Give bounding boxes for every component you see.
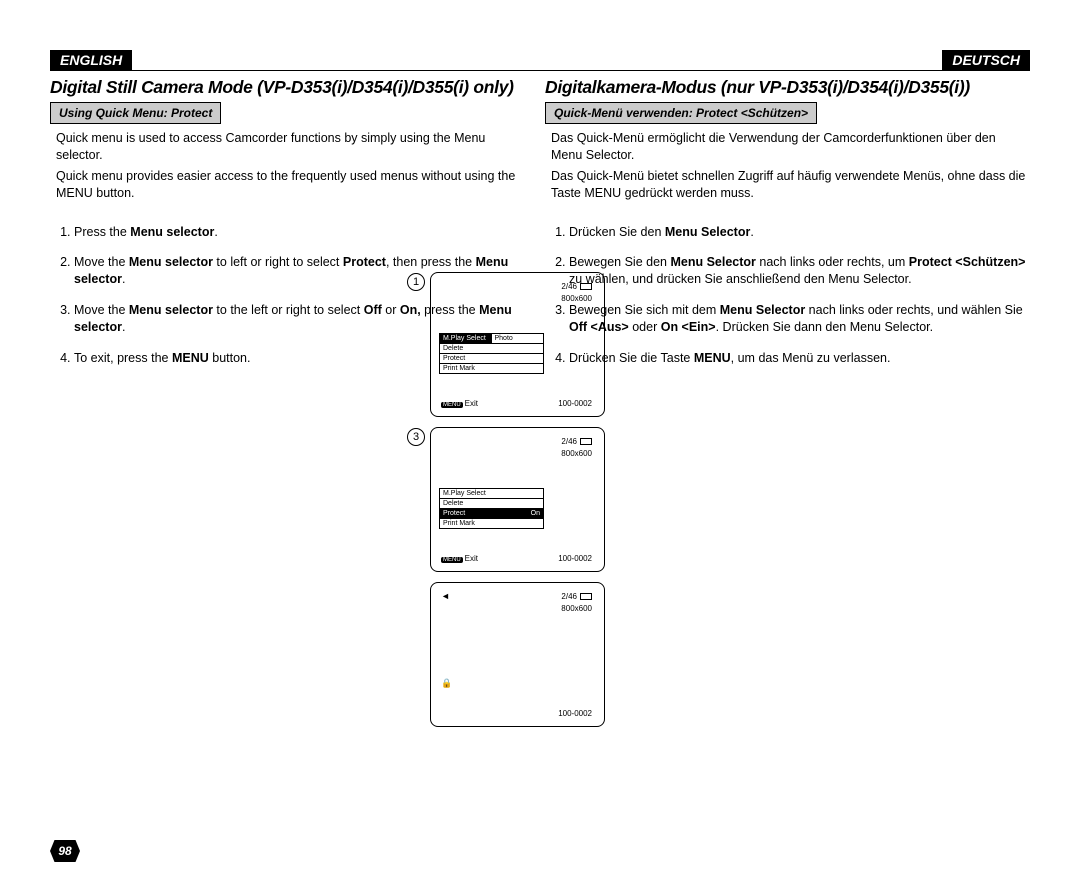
left-arrow-icon: ◄ (441, 591, 450, 601)
section-subtitle-english: Using Quick Menu: Protect (50, 102, 221, 124)
resolution-text: 800x600 (561, 604, 592, 613)
step-item: Press the Menu selector. (74, 224, 535, 241)
page-title-deutsch: Digitalkamera-Modus (nur VP-D353(i)/D354… (535, 71, 1030, 102)
step-item: Bewegen Sie den Menu Selector nach links… (569, 254, 1030, 288)
quick-menu-box: M.Play SelectPhoto Delete Protect Print … (439, 333, 544, 374)
intro-text: Das Quick-Menü ermöglicht die Verwendung… (545, 130, 1030, 164)
step-item: Drücken Sie den Menu Selector. (569, 224, 1030, 241)
step-item: Bewegen Sie sich mit dem Menu Selector n… (569, 302, 1030, 336)
folder-text: 100-0002 (558, 399, 592, 408)
page-title-english: Digital Still Camera Mode (VP-D353(i)/D3… (50, 71, 535, 102)
counter-text: 2/46 (561, 592, 592, 601)
lcd-screen-1: 1 2/46 800x600 M.Play SelectPhoto Delete… (430, 272, 605, 417)
lcd-diagrams: 1 2/46 800x600 M.Play SelectPhoto Delete… (430, 272, 630, 737)
resolution-text: 800x600 (561, 449, 592, 458)
resolution-text: 800x600 (561, 294, 592, 303)
intro-text: Quick menu provides easier access to the… (50, 168, 535, 202)
folder-text: 100-0002 (558, 709, 592, 718)
lcd-screen-3: 3 2/46 800x600 M.Play Select Delete Prot… (430, 427, 605, 572)
quick-menu-box: M.Play Select Delete ProtectOn Print Mar… (439, 488, 544, 529)
folder-text: 100-0002 (558, 554, 592, 563)
step-item: Drücken Sie die Taste MENU, um das Menü … (569, 350, 1030, 367)
intro-text: Das Quick-Menü bietet schnellen Zugriff … (545, 168, 1030, 202)
menu-badge-icon: MENU (441, 402, 463, 408)
intro-text: Quick menu is used to access Camcorder f… (50, 130, 535, 164)
step-circle-3: 3 (407, 428, 425, 446)
counter-text: 2/46 (561, 282, 592, 291)
lang-header-english: ENGLISH (50, 50, 540, 70)
step-circle-1: 1 (407, 273, 425, 291)
lock-icon: 🔒 (441, 678, 452, 689)
page-number: 98 (50, 840, 80, 862)
menu-badge-icon: MENU (441, 557, 463, 563)
lang-header-deutsch: DEUTSCH (540, 50, 1030, 70)
section-subtitle-deutsch: Quick-Menü verwenden: Protect <Schützen> (545, 102, 817, 124)
lcd-screen-result: ◄ 2/46 800x600 🔒 100-0002 (430, 582, 605, 727)
counter-text: 2/46 (561, 437, 592, 446)
